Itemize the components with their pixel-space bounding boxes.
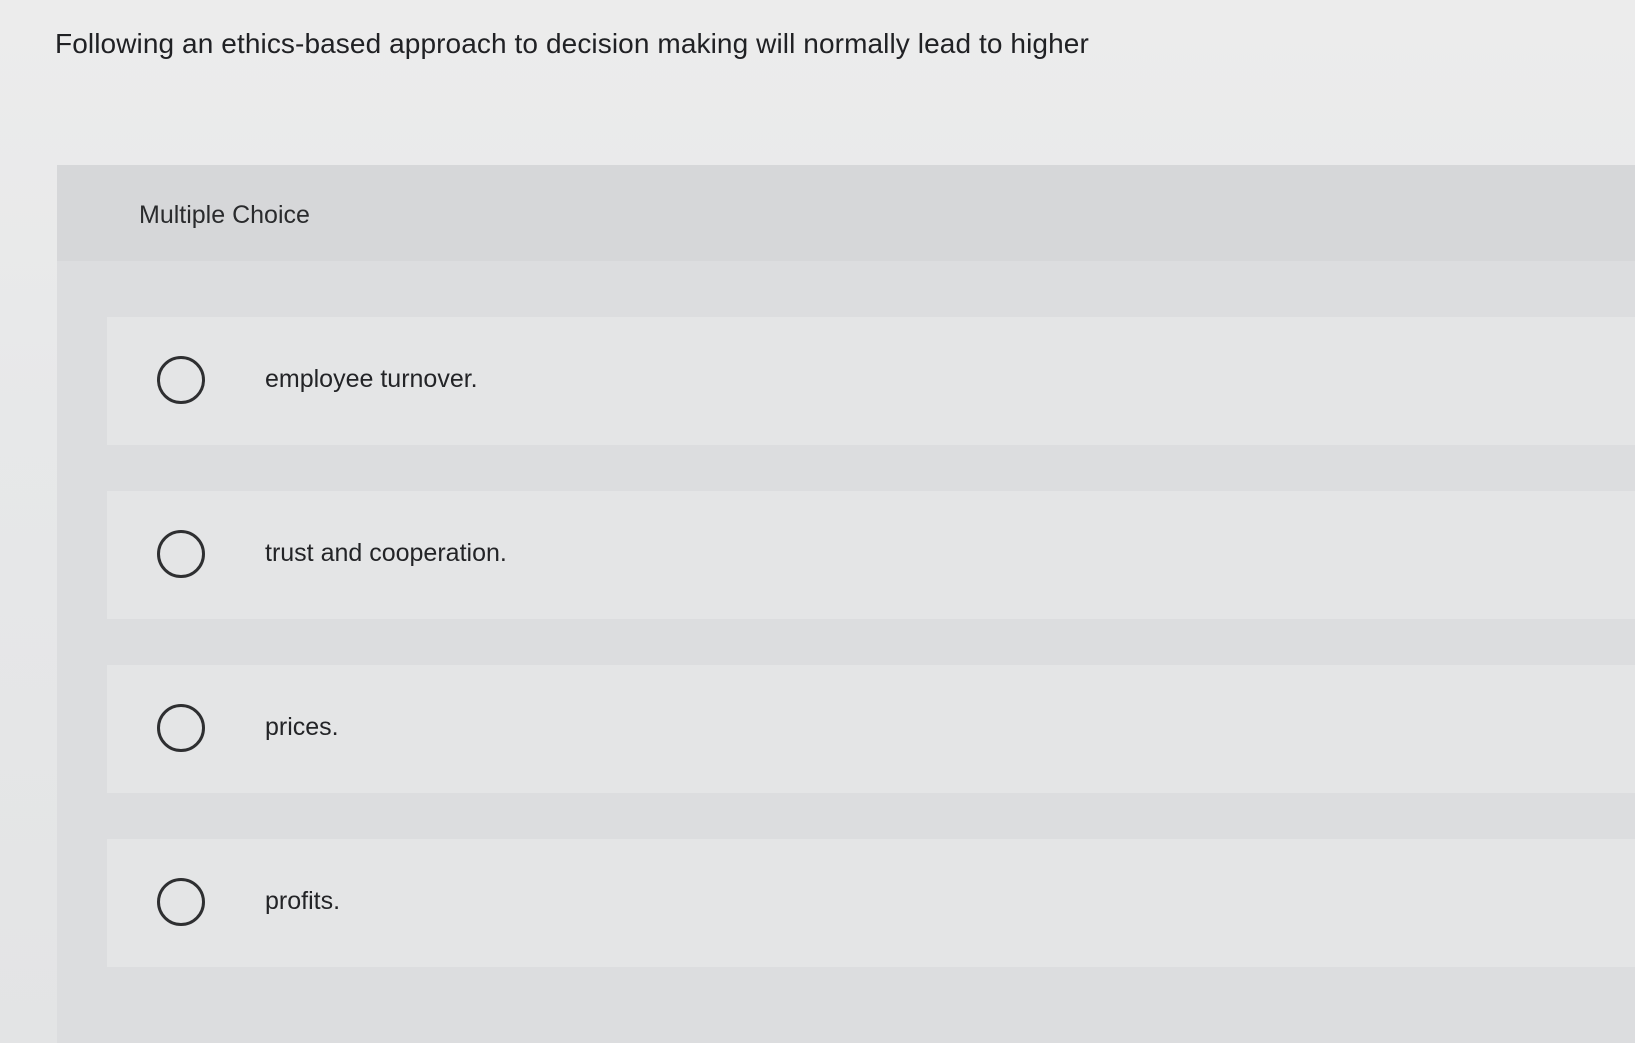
radio-button-icon[interactable] bbox=[157, 704, 205, 752]
radio-button-icon[interactable] bbox=[157, 530, 205, 578]
answer-option-label: employee turnover. bbox=[265, 365, 478, 393]
answer-option-employee-turnover[interactable]: employee turnover. bbox=[107, 317, 1635, 445]
answer-option-prices[interactable]: prices. bbox=[107, 665, 1635, 793]
multiple-choice-panel: Multiple Choice employee turnover. trust… bbox=[57, 165, 1635, 1043]
answer-option-profits[interactable]: profits. bbox=[107, 839, 1635, 967]
answer-option-label: profits. bbox=[265, 887, 341, 915]
quiz-page: Following an ethics-based approach to de… bbox=[0, 0, 1635, 1043]
multiple-choice-header: Multiple Choice bbox=[57, 165, 1635, 261]
question-text: Following an ethics-based approach to de… bbox=[55, 28, 1089, 59]
radio-button-icon[interactable] bbox=[157, 356, 205, 404]
multiple-choice-title: Multiple Choice bbox=[139, 201, 310, 229]
radio-button-icon[interactable] bbox=[157, 878, 205, 926]
answer-option-trust-and-cooperation[interactable]: trust and cooperation. bbox=[107, 491, 1635, 619]
answer-options: employee turnover. trust and cooperation… bbox=[107, 317, 1635, 1013]
answer-option-label: trust and cooperation. bbox=[265, 539, 507, 567]
answer-option-label: prices. bbox=[265, 713, 339, 741]
